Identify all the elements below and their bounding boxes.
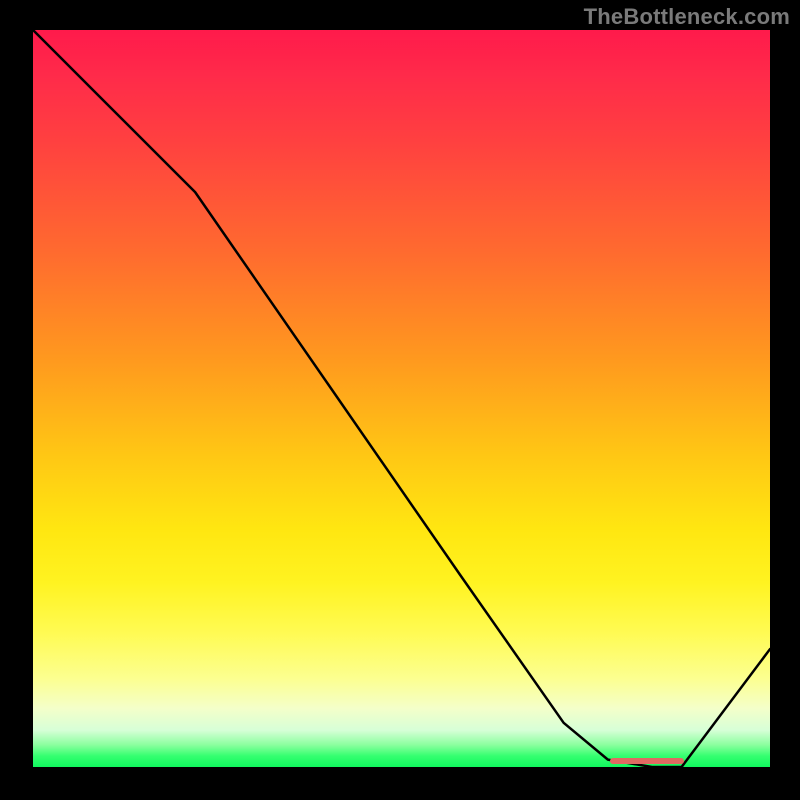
- watermark-text: TheBottleneck.com: [584, 4, 790, 30]
- plot-area: [30, 30, 770, 770]
- chart-stage: TheBottleneck.com: [0, 0, 800, 800]
- bottleneck-line: [33, 30, 770, 767]
- optimal-range-marker: [610, 758, 684, 764]
